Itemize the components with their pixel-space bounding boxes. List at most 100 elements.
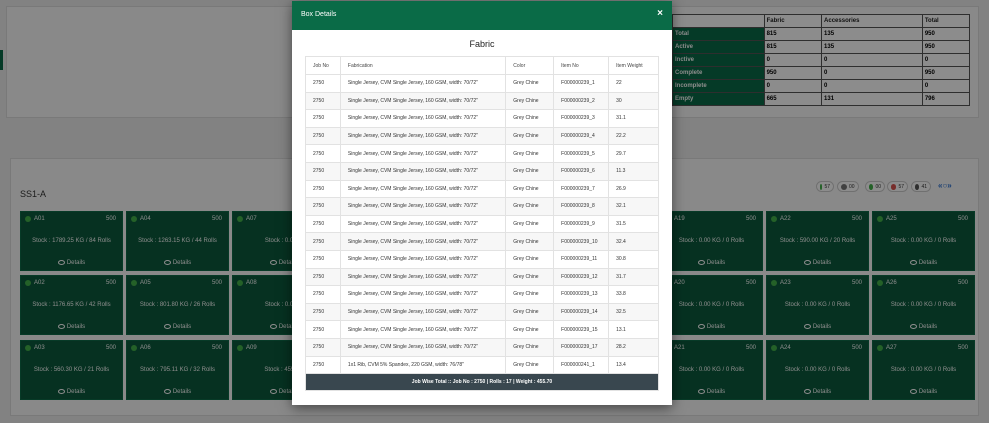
fabrication-cell: Single Jersey, CVM Single Jersey, 160 GS… [339,337,507,357]
fabrication-cell: Single Jersey, CVM Single Jersey, 160 GS… [339,232,507,251]
color-cell: Grey Chine [505,267,555,287]
item-weight-cell: 31.5 [608,214,659,234]
item-no-cell: F000000239_10 [553,232,610,251]
column-header: Item No [553,56,610,75]
fabrication-cell: Single Jersey, CVM Single Jersey, 160 GS… [339,91,507,111]
color-cell: Grey Chine [505,144,555,163]
job-no-cell: 2750 [305,232,341,251]
table-row: 2750 Single Jersey, CVM Single Jersey, 16… [305,179,659,199]
fabrication-cell: Single Jersey, CVM Single Jersey, 160 GS… [339,144,507,163]
item-no-cell: F000000239_11 [553,249,610,269]
item-weight-cell: 22 [608,74,659,93]
column-header: Job No [305,56,341,75]
color-cell: Grey Chine [505,355,555,375]
color-cell: Grey Chine [505,232,555,251]
color-cell: Grey Chine [505,302,555,322]
table-row: 2750 Single Jersey, CVM Single Jersey, 16… [305,144,659,163]
color-cell: Grey Chine [505,179,555,199]
fabrication-cell: 1x1 Rib, CVM 5% Spandex, 220 GSM, width:… [339,355,507,375]
item-weight-cell: 32.4 [608,232,659,251]
job-no-cell: 2750 [305,144,341,163]
table-row: 2750 Single Jersey, CVM Single Jersey, 16… [305,302,659,322]
table-row: 2750 Single Jersey, CVM Single Jersey, 16… [305,74,659,93]
table-row: 2750 Single Jersey, CVM Single Jersey, 16… [305,214,659,234]
item-weight-cell: 30.8 [608,249,659,269]
table-row: 2750 1x1 Rib, CVM 5% Spandex, 220 GSM, wi… [305,355,659,375]
item-weight-cell: 13.4 [608,355,659,375]
item-no-cell: F000000239_12 [553,267,610,287]
column-header: Fabrication [339,56,507,75]
color-cell: Grey Chine [505,126,555,146]
fabrication-cell: Single Jersey, CVM Single Jersey, 160 GS… [339,302,507,322]
item-weight-cell: 13.1 [608,320,659,339]
color-cell: Grey Chine [505,337,555,357]
item-weight-cell: 22.2 [608,126,659,146]
modal-title: Box Details [301,11,337,18]
fabrication-cell: Single Jersey, CVM Single Jersey, 160 GS… [339,197,507,216]
item-weight-cell: 28.2 [608,337,659,357]
fabrication-cell: Single Jersey, CVM Single Jersey, 160 GS… [339,267,507,287]
item-weight-cell: 33.8 [608,285,659,304]
job-no-cell: 2750 [305,74,341,93]
job-no-cell: 2750 [305,249,341,269]
box-items-table: Job No Fabrication Color Item No Item Weight… [305,56,659,392]
table-row: 2750 Single Jersey, CVM Single Jersey, 16… [305,197,659,216]
job-no-cell: 2750 [305,337,341,357]
item-no-cell: F000000239_13 [553,285,610,304]
job-no-cell: 2750 [305,267,341,287]
color-cell: Grey Chine [505,91,555,111]
fabrication-cell: Single Jersey, CVM Single Jersey, 160 GS… [339,126,507,146]
job-no-cell: 2750 [305,179,341,199]
column-header: Item Weight [608,56,659,75]
table-row: 2750 Single Jersey, CVM Single Jersey, 16… [305,232,659,251]
fabrication-cell: Single Jersey, CVM Single Jersey, 160 GS… [339,74,507,93]
item-no-cell: F000000239_7 [553,179,610,199]
item-no-cell: F000000239_4 [553,126,610,146]
job-no-cell: 2750 [305,355,341,375]
fabrication-cell: Single Jersey, CVM Single Jersey, 160 GS… [339,249,507,269]
table-row: 2750 Single Jersey, CVM Single Jersey, 16… [305,161,659,181]
item-no-cell: F000000239_8 [553,197,610,216]
item-weight-cell: 26.9 [608,179,659,199]
job-no-cell: 2750 [305,302,341,322]
item-weight-cell: 32.1 [608,197,659,216]
job-no-cell: 2750 [305,126,341,146]
job-total-footer: Job Wise Total :: Job No : 2750 | Rolls … [305,373,659,392]
table-row: 2750 Single Jersey, CVM Single Jersey, 16… [305,109,659,128]
item-weight-cell: 31.7 [608,267,659,287]
fabrication-cell: Single Jersey, CVM Single Jersey, 160 GS… [339,320,507,339]
fabrication-cell: Single Jersey, CVM Single Jersey, 160 GS… [339,285,507,304]
item-weight-cell: 11.3 [608,161,659,181]
item-weight-cell: 30 [608,91,659,111]
table-row: 2750 Single Jersey, CVM Single Jersey, 16… [305,126,659,146]
color-cell: Grey Chine [505,109,555,128]
column-header: Color [505,56,555,75]
table-row: 2750 Single Jersey, CVM Single Jersey, 16… [305,320,659,339]
color-cell: Grey Chine [505,197,555,216]
color-cell: Grey Chine [505,74,555,93]
item-no-cell: F000000239_14 [553,302,610,322]
fabrication-cell: Single Jersey, CVM Single Jersey, 160 GS… [339,109,507,128]
item-no-cell: F000000239_9 [553,214,610,234]
modal-header: Box Details × [292,1,672,30]
color-cell: Grey Chine [505,161,555,181]
table-row: 2750 Single Jersey, CVM Single Jersey, 16… [305,249,659,269]
table-row: 2750 Single Jersey, CVM Single Jersey, 16… [305,91,659,111]
job-no-cell: 2750 [305,320,341,339]
job-no-cell: 2750 [305,91,341,111]
item-weight-cell: 31.1 [608,109,659,128]
job-no-cell: 2750 [305,109,341,128]
item-weight-cell: 29.7 [608,144,659,163]
fabrication-cell: Single Jersey, CVM Single Jersey, 160 GS… [339,214,507,234]
fabrication-cell: Single Jersey, CVM Single Jersey, 160 GS… [339,161,507,181]
item-no-cell: F000000239_2 [553,91,610,111]
modal-subtitle: Fabric [469,39,495,49]
item-no-cell: F000000239_1 [553,74,610,93]
item-weight-cell: 32.5 [608,302,659,322]
item-no-cell: F000000239_17 [553,337,610,357]
color-cell: Grey Chine [505,320,555,339]
fabrication-cell: Single Jersey, CVM Single Jersey, 160 GS… [339,179,507,199]
table-row: 2750 Single Jersey, CVM Single Jersey, 16… [305,267,659,287]
close-icon[interactable]: × [657,8,663,19]
job-no-cell: 2750 [305,285,341,304]
